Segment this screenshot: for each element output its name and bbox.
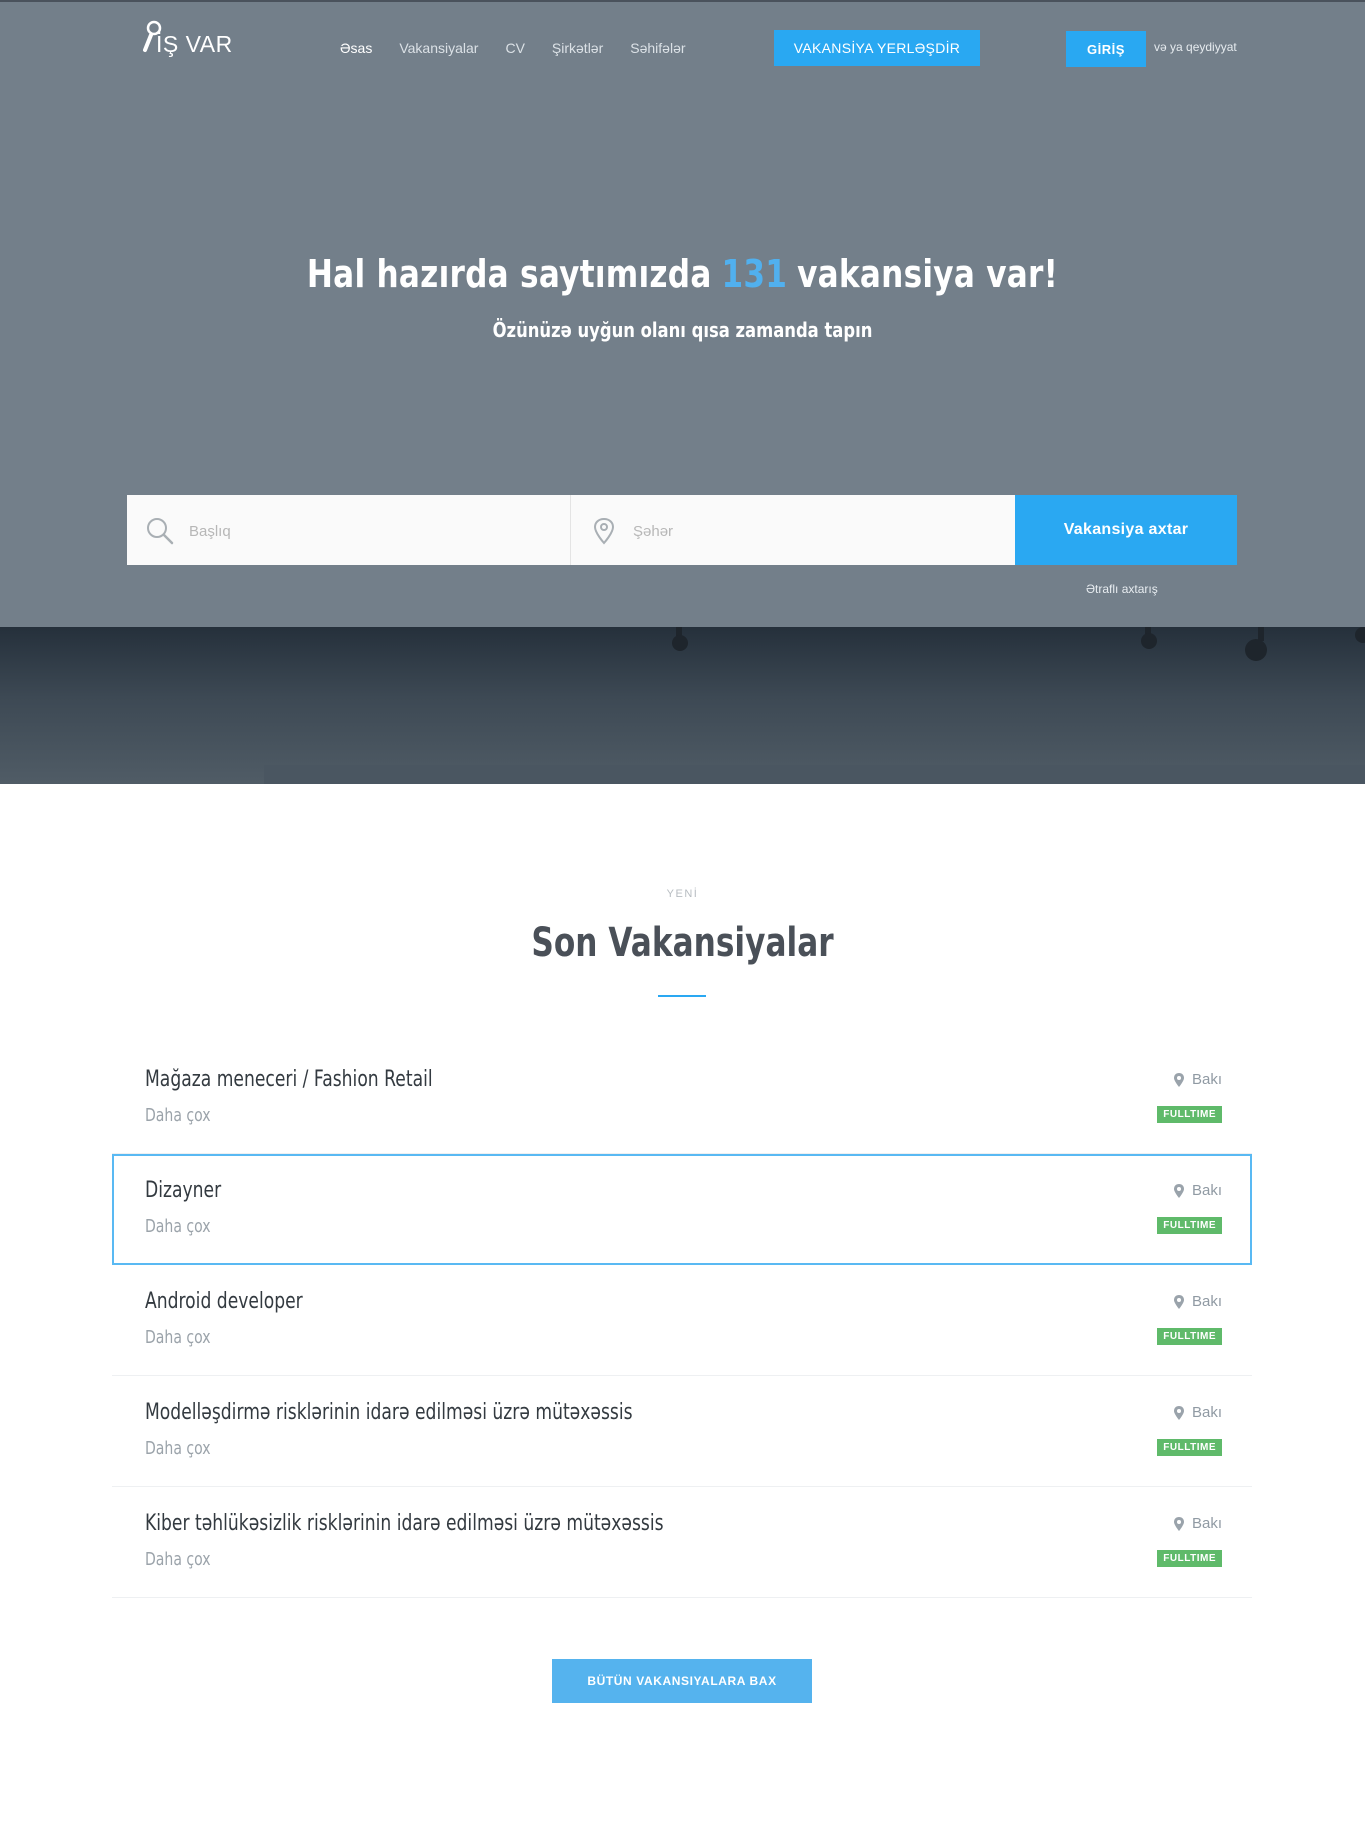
hero-subtitle: Özünüzə uyğun olanı qısa zamanda tapın (492, 318, 873, 342)
job-city-label: Bakı (1191, 1293, 1222, 1310)
advanced-search-link[interactable]: Ətraflı axtarış (1086, 582, 1158, 596)
map-pin-icon (1173, 1183, 1184, 1198)
job-city-label: Bakı (1191, 1182, 1222, 1199)
login-button[interactable]: GİRİŞ (1066, 31, 1146, 67)
nav-companies[interactable]: Şirkətlər (552, 40, 603, 56)
job-row[interactable]: Android developer Daha çox Bakı FULLTIME (112, 1265, 1252, 1376)
job-type-badge: FULLTIME (1157, 1106, 1222, 1123)
job-city: Bakı (1173, 1182, 1222, 1199)
map-pin-icon (593, 517, 615, 545)
job-type-badge: FULLTIME (1157, 1217, 1222, 1234)
map-pin-icon (1173, 1294, 1184, 1309)
main-nav: Əsas Vakansiyalar CV Şirkətlər Səhifələr (340, 30, 713, 66)
nav-pages[interactable]: Səhifələr (630, 40, 685, 56)
title-search-input[interactable] (187, 495, 551, 567)
job-city: Bakı (1173, 1293, 1222, 1310)
job-city: Bakı (1173, 1515, 1222, 1532)
map-pin-icon (1173, 1072, 1184, 1087)
job-city-label: Bakı (1191, 1404, 1222, 1421)
job-city: Bakı (1173, 1071, 1222, 1088)
job-title[interactable]: Dizayner (145, 1178, 221, 1203)
hero-title-after: vakansiya var! (797, 252, 1059, 296)
city-search-input[interactable] (631, 495, 995, 567)
job-more-link[interactable]: Daha çox (145, 1438, 211, 1459)
register-link[interactable]: və ya qeydiyyat (1154, 40, 1237, 54)
hero-title-before: Hal hazırda saytımızda (306, 252, 712, 296)
nav-home[interactable]: Əsas (340, 40, 372, 56)
job-more-link[interactable]: Daha çox (145, 1549, 211, 1570)
job-more-link[interactable]: Daha çox (145, 1327, 211, 1348)
map-pin-icon (1173, 1516, 1184, 1531)
top-border (0, 0, 1365, 2)
city-search-field (571, 495, 1015, 567)
search-icon (147, 518, 174, 545)
job-row[interactable]: Dizayner Daha çox Bakı FULLTIME (112, 1154, 1252, 1265)
job-row[interactable]: Modelləşdirmə risklərinin idarə edilməsi… (112, 1376, 1252, 1487)
job-row[interactable]: Mağaza meneceri / Fashion Retail Daha ço… (112, 1043, 1252, 1154)
title-search-field (127, 495, 571, 567)
vacancy-count: 131 (721, 252, 788, 296)
job-type-badge: FULLTIME (1157, 1550, 1222, 1567)
floor-strip (264, 765, 1365, 784)
logo-text[interactable]: İŞ VAR (156, 31, 233, 58)
nav-vacancies[interactable]: Vakansiyalar (399, 40, 478, 56)
section-title-underline (658, 995, 706, 997)
job-list: Mağaza meneceri / Fashion Retail Daha ço… (112, 1043, 1252, 1598)
job-title[interactable]: Android developer (145, 1289, 303, 1314)
search-vacancy-button[interactable]: Vakansiya axtar (1015, 495, 1237, 565)
map-pin-icon (1173, 1405, 1184, 1420)
section-title: Son Vakansiyalar (531, 920, 834, 966)
hero-floor-image (0, 627, 1365, 784)
job-type-badge: FULLTIME (1157, 1328, 1222, 1345)
post-vacancy-button[interactable]: VAKANSİYA YERLƏŞDİR (774, 30, 980, 66)
nav-cv[interactable]: CV (505, 40, 524, 56)
hero-title: Hal hazırda saytımızda 131 vakansiya var! (123, 252, 1242, 296)
job-city-label: Bakı (1191, 1515, 1222, 1532)
section-kicker: YENİ (666, 888, 699, 900)
job-title[interactable]: Kiber təhlükəsizlik risklərinin idarə ed… (145, 1511, 664, 1536)
job-more-link[interactable]: Daha çox (145, 1105, 211, 1126)
job-title[interactable]: Mağaza meneceri / Fashion Retail (145, 1067, 433, 1092)
search-bar: Vakansiya axtar (127, 495, 1237, 567)
job-row[interactable]: Kiber təhlükəsizlik risklərinin idarə ed… (112, 1487, 1252, 1598)
job-city: Bakı (1173, 1404, 1222, 1421)
view-all-vacancies-button[interactable]: BÜTÜN VAKANSIYALARA BAX (552, 1659, 812, 1703)
job-more-link[interactable]: Daha çox (145, 1216, 211, 1237)
job-city-label: Bakı (1191, 1071, 1222, 1088)
job-type-badge: FULLTIME (1157, 1439, 1222, 1456)
job-title[interactable]: Modelləşdirmə risklərinin idarə edilməsi… (145, 1400, 633, 1425)
